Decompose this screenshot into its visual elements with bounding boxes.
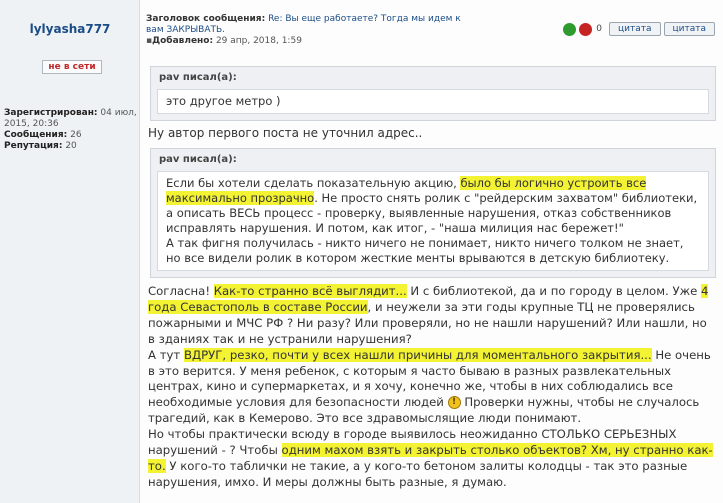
exclamation-smiley-icon: ! — [447, 396, 461, 410]
quote-author-1: pav писал(а): — [159, 72, 237, 83]
post-content: Заголовок сообщения: Re: Вы еще работает… — [140, 0, 723, 503]
quote-selected-button[interactable]: цитата — [663, 22, 715, 36]
quote-block-1: pav писал(а): это другое метро ) — [150, 66, 716, 121]
reply-text-1: Ну автор первого поста не уточнил адрес.… — [148, 126, 423, 140]
author-profile-info: Зарегистрирован: 04 июл, 2015, 20:36 Соо… — [4, 108, 138, 152]
quote2-part: Если бы хотели сделать показательную акц… — [166, 176, 461, 190]
reply-text-2: Согласна! Как-то странно всё выглядит...… — [148, 284, 714, 491]
post-date: 29 апр, 2018, 1:59 — [215, 36, 302, 46]
post-header: Заголовок сообщения: Re: Вы еще работает… — [146, 14, 466, 47]
quote-author-2: pav писал(а): — [159, 154, 237, 165]
registered-label: Зарегистрирован: — [4, 108, 98, 118]
rating-count: 0 — [596, 24, 602, 34]
reply2-part: У кого-то таблички не такие, а у кого-то… — [148, 458, 688, 489]
author-username[interactable]: lylyasha777 — [0, 22, 140, 36]
quote-text-1: это другое метро ) — [157, 89, 709, 114]
offline-status-badge: не в сети — [42, 60, 102, 74]
quote-block-2: pav писал(а): Если бы хотели сделать пок… — [150, 148, 716, 278]
subject-label: Заголовок сообщения: — [146, 14, 266, 24]
posts-label: Сообщения: — [4, 130, 68, 140]
added-label: Добавлено: — [152, 36, 214, 46]
reply2-highlight: ВДРУГ, резко, почти у всех нашли причины… — [183, 347, 652, 362]
quote-button[interactable]: цитата — [609, 22, 661, 36]
reply2-part: Согласна! — [148, 284, 214, 298]
reply2-highlight: Как-то странно всё выглядит... — [213, 284, 407, 298]
posts-value: 26 — [70, 130, 82, 140]
reputation-value: 20 — [65, 141, 77, 151]
rate-up-icon[interactable] — [563, 22, 577, 36]
quote-text-2: Если бы хотели сделать показательную акц… — [157, 171, 709, 271]
author-sidebar: lylyasha777 не в сети Зарегистрирован: 0… — [0, 0, 140, 503]
reply2-part: И с библиотекой, да и по городу в целом.… — [406, 284, 702, 298]
reputation-label: Репутация: — [4, 141, 63, 151]
rate-down-icon[interactable] — [579, 22, 593, 36]
post-actions: 0 цитата цитата — [563, 20, 715, 38]
